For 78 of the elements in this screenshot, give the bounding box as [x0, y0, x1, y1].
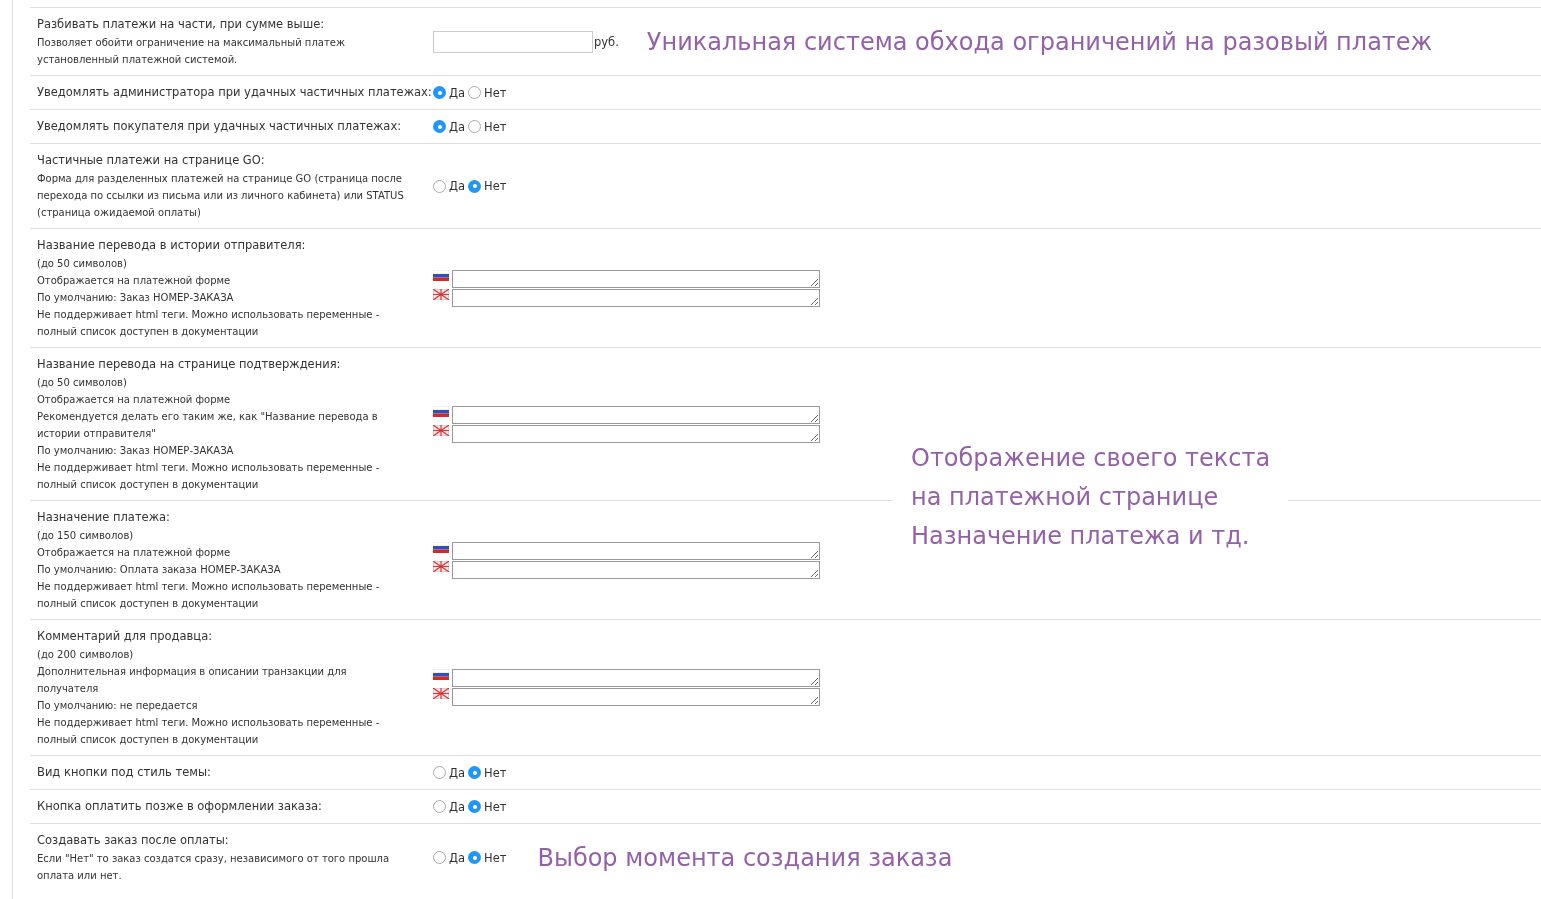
flag-icon	[433, 288, 449, 300]
radio-label: Нет	[484, 799, 507, 814]
setting-description: Форма для разделенных платежей на странице GO (страница после перехода по ссылки из письма или из личного кабинета) или STATUS (страница ожидаемой оплаты)	[37, 172, 405, 220]
radio-button[interactable]	[468, 120, 482, 133]
annotation-text: Назначение платежа и тд.	[911, 521, 1251, 552]
setting-description: Рекомендуется делать его таким же, как "Название перевода в истории отправителя"	[37, 410, 379, 441]
radio-button[interactable]	[433, 851, 446, 864]
setting-title: Разбивать платежи на части, при сумме выше:	[37, 16, 326, 33]
radio-label: Да	[449, 179, 466, 193]
setting-description: Не поддерживает html теги. Можно использовать переменные - полный список доступен в документации	[37, 308, 381, 339]
radio-label: Нет	[484, 179, 507, 193]
setting-description: Не поддерживает html теги. Можно использовать переменные - полный список доступен в документации	[37, 580, 381, 611]
setting-title: Комментарий для продавца:	[37, 628, 214, 645]
text-area[interactable]	[452, 541, 820, 560]
radio-label: Да	[449, 85, 466, 100]
text-area[interactable]	[452, 560, 820, 579]
setting-description: (до 150 символов)	[37, 529, 135, 543]
setting-description: По умолчанию: Заказ НОМЕР-ЗАКАЗА	[37, 444, 235, 458]
setting-title: Название перевода в истории отправителя:	[37, 237, 307, 254]
radio-label: Да	[449, 850, 466, 865]
currency-label: руб.	[594, 34, 619, 49]
text-area[interactable]	[452, 269, 820, 288]
flag-icon	[433, 424, 449, 436]
setting-description: Дополнительная информация в описании транзакции для получателя	[37, 665, 348, 696]
radio-label: Нет	[484, 85, 507, 100]
radio-button[interactable]	[433, 86, 446, 99]
setting-description: (до 50 символов)	[37, 376, 128, 390]
annotation-text: Отображение своего текста	[911, 443, 1271, 474]
setting-description: (до 200 символов)	[37, 648, 135, 662]
text-area[interactable]	[452, 288, 820, 307]
annotation-text: Выбор момента создания заказа	[537, 843, 953, 872]
radio-button[interactable]	[468, 800, 482, 813]
radio-button[interactable]	[468, 766, 482, 779]
setting-title: Назначение платежа:	[37, 509, 171, 526]
radio-button[interactable]	[433, 800, 446, 813]
radio-label: Нет	[484, 850, 507, 865]
annotation-text: на платежной странице	[911, 482, 1220, 513]
flag-icon	[433, 269, 449, 281]
text-area[interactable]	[452, 688, 820, 706]
flag-icon	[433, 560, 449, 572]
setting-title: Уведомлять администратора при удачных частичных платежах:	[37, 84, 433, 101]
radio-label: Да	[449, 119, 466, 134]
flag-icon	[433, 405, 449, 417]
setting-description: Не поддерживает html теги. Можно использовать переменные - полный список доступен в документации	[37, 716, 381, 747]
radio-button[interactable]	[433, 120, 446, 133]
setting-title: Создавать заказ после оплаты:	[37, 832, 230, 849]
setting-title: Частичные платежи на странице GO:	[37, 152, 266, 169]
setting-description: По умолчанию: Заказ НОМЕР-ЗАКАЗА	[37, 291, 235, 305]
annotation-text: Уникальная система обхода ограничений на разовый платеж	[646, 27, 1433, 56]
radio-button[interactable]	[468, 851, 482, 864]
setting-description: Не поддерживает html теги. Можно использовать переменные - полный список доступен в документации	[37, 461, 381, 492]
radio-button[interactable]	[468, 179, 482, 193]
setting-description: Отображается на платежной форме	[37, 393, 232, 407]
setting-description: Отображается на платежной форме	[37, 274, 232, 288]
radio-label: Да	[449, 765, 466, 780]
radio-button[interactable]	[468, 86, 482, 99]
setting-description: Если "Нет" то заказ создатся сразу, независимого от того прошла оплата или нет.	[37, 852, 391, 883]
text-area[interactable]	[452, 405, 820, 424]
amount-input[interactable]	[433, 30, 593, 53]
text-area[interactable]	[452, 669, 820, 687]
setting-description: Отображается на платежной форме	[37, 546, 232, 560]
setting-title: Вид кнопки под стиль темы:	[37, 764, 212, 781]
setting-description: По умолчанию: не передается	[37, 699, 199, 713]
setting-title: Кнопка оплатить позже в оформлении заказа:	[37, 798, 323, 815]
flag-icon	[433, 669, 449, 680]
text-area[interactable]	[452, 424, 820, 443]
setting-description: По умолчанию: Оплата заказа НОМЕР-ЗАКАЗА	[37, 563, 282, 577]
setting-description: (до 50 символов)	[37, 257, 128, 271]
setting-description: Позволяет обойти ограничение на максимальный платеж установленный платежной системой.	[37, 36, 346, 67]
radio-button[interactable]	[433, 179, 446, 193]
radio-label: Нет	[484, 119, 507, 134]
flag-icon	[433, 541, 449, 553]
setting-title: Название перевода на странице подтверждения:	[37, 356, 342, 373]
radio-button[interactable]	[433, 766, 446, 779]
setting-title: Уведомлять покупателя при удачных частичных платежах:	[37, 118, 403, 135]
radio-label: Да	[449, 799, 466, 814]
flag-icon	[433, 688, 449, 699]
radio-label: Нет	[484, 765, 507, 780]
